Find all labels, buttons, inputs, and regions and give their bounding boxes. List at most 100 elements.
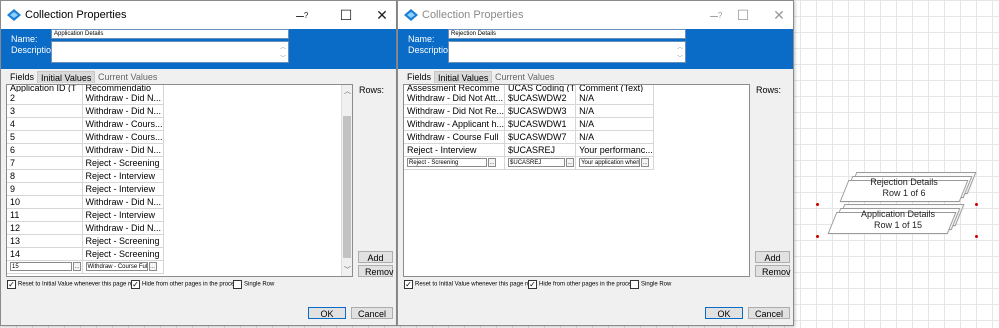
ellipsis-button[interactable]: … [488, 158, 496, 168]
table-cell[interactable]: 6 [7, 143, 83, 158]
ellipsis-button[interactable]: … [641, 158, 650, 168]
table-cell[interactable]: N/A [575, 117, 654, 132]
edit-cell[interactable]: 15… [7, 260, 83, 275]
table-cell[interactable]: 2 [7, 92, 83, 106]
table-cell[interactable]: 4 [7, 117, 83, 132]
selection-handle[interactable] [816, 235, 819, 238]
minimize-icon[interactable]: –? [703, 5, 725, 25]
table-cell[interactable]: 11 [7, 208, 83, 223]
minimize-icon[interactable]: –? [289, 5, 311, 25]
table-cell[interactable]: Withdraw - Cours... [82, 130, 164, 145]
table-cell[interactable]: $UCASREJ [504, 143, 577, 158]
tab-initial-values[interactable]: Initial Values [434, 71, 493, 83]
cancel-button[interactable]: Cancel [351, 307, 393, 319]
edit-cell-input[interactable]: 15 [10, 262, 72, 272]
initial-values-grid[interactable]: Assessment Recomme UCAS Coding (T Commen… [403, 84, 750, 277]
scroll-down-arrow-icon[interactable]: ﹀ [342, 265, 352, 275]
table-cell[interactable]: Withdraw - Did N... [82, 143, 164, 158]
table-cell[interactable]: $UCASWDW2 [504, 92, 577, 106]
table-row[interactable]: 12 Withdraw - Did N... [7, 221, 164, 236]
column-header[interactable]: Comment (Text) [575, 85, 654, 92]
table-cell[interactable]: Reject - Screening [82, 234, 164, 249]
tab-fields[interactable]: Fields [404, 71, 434, 83]
column-header[interactable]: Application ID (T [7, 85, 83, 92]
table-row[interactable]: Withdraw - Applicant h... $UCASWDW1 N/A [404, 117, 654, 132]
table-row[interactable]: Withdraw - Course Full $UCASWDW7 N/A [404, 130, 654, 145]
selection-handle[interactable] [975, 235, 978, 238]
table-row[interactable]: Withdraw - Did Not Re... $UCASWDW3 N/A [404, 104, 654, 119]
tab-initial-values[interactable]: Initial Values [37, 71, 96, 83]
option-reset[interactable]: ✓ Reset to Initial Value whenever this pa… [404, 280, 537, 289]
table-row[interactable]: 6 Withdraw - Did N... [7, 143, 164, 158]
table-cell[interactable]: 14 [7, 247, 83, 262]
selection-handle[interactable] [975, 203, 978, 206]
help-icon[interactable]: ? [718, 6, 722, 26]
table-cell[interactable]: Withdraw - Applicant h... [404, 117, 506, 132]
column-header[interactable]: UCAS Coding (T [504, 85, 577, 92]
chevron-up-icon[interactable]: ︿ [280, 42, 286, 51]
table-cell[interactable]: Withdraw - Did N... [82, 221, 164, 236]
title-bar[interactable]: Collection Properties –? ☐ ✕ [398, 1, 793, 29]
table-row[interactable]: 13 Reject - Screening [7, 234, 164, 249]
table-row[interactable]: 5 Withdraw - Cours... [7, 130, 164, 145]
table-cell[interactable]: Reject - Screening [82, 247, 164, 262]
table-row[interactable]: 14 Reject - Screening [7, 247, 164, 262]
edit-cell[interactable]: $UCASREJ… [504, 156, 577, 171]
table-cell[interactable]: 8 [7, 169, 83, 184]
table-cell[interactable]: Your performanc... [575, 143, 654, 158]
help-icon[interactable]: ? [304, 6, 308, 26]
maximize-icon[interactable]: ☐ [335, 5, 357, 25]
ok-button[interactable]: OK [705, 307, 743, 319]
table-cell[interactable]: 7 [7, 156, 83, 171]
edit-cell-input[interactable]: Reject - Screening [407, 158, 487, 168]
column-header[interactable]: Assessment Recomme [404, 85, 506, 92]
editing-row[interactable]: Reject - Screening… $UCASREJ… Your appli… [404, 156, 654, 171]
table-cell[interactable]: Withdraw - Did N... [82, 195, 164, 210]
table-cell[interactable]: 10 [7, 195, 83, 210]
table-row[interactable]: 10 Withdraw - Did N... [7, 195, 164, 210]
single-row-checkbox[interactable] [630, 280, 639, 289]
option-single-row[interactable]: Single Row [630, 280, 671, 289]
table-row[interactable]: 11 Reject - Interview [7, 208, 164, 223]
ok-button[interactable]: OK [308, 307, 346, 319]
table-cell[interactable]: Withdraw - Did N... [82, 92, 164, 106]
ellipsis-button[interactable]: … [566, 158, 575, 168]
remove-row-button[interactable]: Remov [755, 265, 791, 277]
chevron-down-icon[interactable]: ﹀ [677, 53, 683, 62]
name-field[interactable]: Application Details [51, 29, 289, 39]
option-hide[interactable]: ✓ Hide from other pages in the process [528, 280, 637, 289]
table-cell[interactable]: Withdraw - Did N... [82, 104, 164, 119]
ellipsis-button[interactable]: … [148, 262, 157, 272]
column-header[interactable]: Recommendatio [82, 85, 164, 92]
table-cell[interactable]: Withdraw - Cours... [82, 117, 164, 132]
reset-checkbox[interactable]: ✓ [404, 280, 413, 289]
reset-checkbox[interactable]: ✓ [7, 280, 16, 289]
table-row[interactable]: 8 Reject - Interview [7, 169, 164, 184]
ellipsis-button[interactable]: … [73, 262, 81, 272]
option-single-row[interactable]: Single Row [233, 280, 274, 289]
description-field[interactable]: ︿ ﹀ [448, 41, 686, 63]
table-row[interactable]: Withdraw - Did Not Att... $UCASWDW2 N/A [404, 92, 654, 106]
table-cell[interactable]: $UCASWDW3 [504, 104, 577, 119]
table-cell[interactable]: 5 [7, 130, 83, 145]
table-cell[interactable]: N/A [575, 130, 654, 145]
selection-handle[interactable] [816, 203, 819, 206]
table-cell[interactable]: Reject - Interview [82, 208, 164, 223]
table-cell[interactable]: $UCASWDW1 [504, 117, 577, 132]
edit-cell-input[interactable]: Your application when co [579, 158, 641, 168]
remove-row-button[interactable]: Remov [358, 265, 394, 277]
close-icon[interactable]: ✕ [371, 5, 393, 25]
table-row[interactable]: 4 Withdraw - Cours... [7, 117, 164, 132]
table-cell[interactable]: Withdraw - Did Not Att... [404, 92, 506, 106]
edit-cell-input[interactable]: Withdraw - Course Full [85, 262, 148, 272]
scrollbar-thumb[interactable] [343, 116, 351, 258]
scroll-up-arrow-icon[interactable]: ︿ [342, 86, 352, 96]
table-row[interactable]: Reject - Interview $UCASREJ Your performan… [404, 143, 654, 158]
table-cell[interactable]: Reject - Screening [82, 156, 164, 171]
name-field[interactable]: Rejection Details [448, 29, 686, 39]
close-icon[interactable]: ✕ [768, 5, 790, 25]
grid-scrollbar[interactable]: ︿ ﹀ [341, 85, 352, 276]
initial-values-grid[interactable]: Application ID (T Recommendatio 2 Withdra… [6, 84, 353, 277]
table-row[interactable]: 9 Reject - Interview [7, 182, 164, 197]
edit-cell[interactable]: Withdraw - Course Full… [82, 260, 164, 275]
